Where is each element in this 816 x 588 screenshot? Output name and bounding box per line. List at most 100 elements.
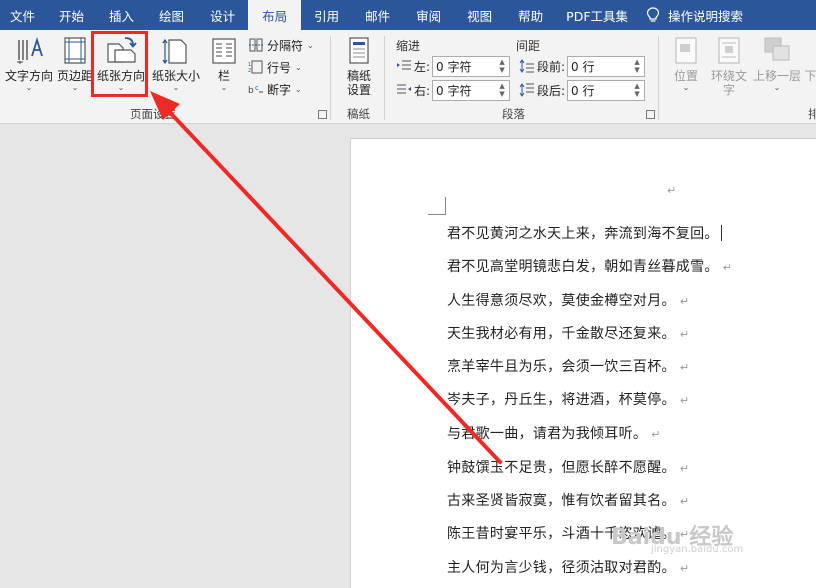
paragraph-mark: ↵: [679, 394, 690, 407]
spacing-after-input[interactable]: 0 行 ▲ ▼: [567, 79, 646, 101]
wrap-text-icon: [713, 34, 745, 66]
paragraph-mark: ↵: [722, 261, 733, 274]
tab-draw[interactable]: 绘图: [146, 0, 197, 30]
spacing-after-icon: [519, 83, 535, 97]
indent-right-value: 0 字符: [436, 83, 472, 98]
spinner-arrows-icon[interactable]: ▲ ▼: [497, 82, 507, 99]
spacing-after-value: 0 行: [571, 83, 595, 98]
line-numbers-button[interactable]: 12 行号 ⌄: [248, 57, 302, 77]
document-page[interactable]: ↵ 君不见黄河之水天上来，奔流到海不复回。 君不见高堂明镜悲白发，朝如青丝暮成雪…: [350, 138, 816, 588]
chevron-down-icon: ⌄: [307, 40, 314, 50]
tell-me-search[interactable]: 操作说明搜索: [646, 6, 743, 25]
chevron-down-icon: ⌄: [25, 83, 33, 92]
chevron-down-icon: ⌄: [682, 83, 690, 92]
indent-left-input[interactable]: 0 字符 ▲ ▼: [432, 55, 511, 77]
breaks-label: 分隔符: [267, 38, 304, 53]
spacing-before-value: 0 行: [571, 59, 595, 74]
hyphenation-button[interactable]: bc 断字 ⌄: [248, 79, 302, 99]
indent-left-label: 左:: [414, 59, 431, 74]
tab-insert[interactable]: 插入: [97, 0, 146, 30]
draft-settings-label-line2: 设置: [346, 83, 371, 97]
position-icon: [670, 34, 702, 66]
size-icon: [160, 34, 192, 66]
text-direction-label: 文字方向: [4, 69, 53, 83]
text-line[interactable]: 天生我材必有用，千金散尽还复来。 ↵: [447, 323, 689, 343]
text-line-content: 烹羊宰牛且为乐，会须一饮三百杯。: [447, 359, 676, 375]
position-button[interactable]: 位置 ⌄: [668, 34, 704, 102]
spinner-arrows-icon[interactable]: ▲ ▼: [632, 58, 642, 75]
paragraph-mark: ↵: [679, 295, 690, 308]
text-line[interactable]: 岑夫子，丹丘生，将进酒，杯莫停。 ↵: [447, 389, 689, 409]
send-backward-button[interactable]: 下: [805, 34, 816, 102]
text-line-content: 岑夫子，丹丘生，将进酒，杯莫停。: [447, 392, 676, 408]
tab-mailings[interactable]: 邮件: [352, 0, 403, 30]
draft-group-label: 稿纸: [347, 107, 370, 121]
size-button[interactable]: 纸张大小 ⌄: [150, 34, 202, 102]
text-line[interactable]: 君不见黄河之水天上来，奔流到海不复回。: [447, 223, 722, 243]
text-direction-icon: [13, 34, 45, 66]
tab-layout[interactable]: 布局: [248, 0, 302, 30]
group-divider: [658, 36, 659, 120]
chevron-down-icon: ⌄: [220, 83, 228, 92]
lightbulb-icon: [646, 7, 660, 23]
text-line[interactable]: 主人何为言少钱，径须沽取对君酌。 ↵: [447, 557, 689, 577]
tab-pdf-tools[interactable]: PDF工具集: [556, 0, 638, 30]
bring-forward-icon: [761, 34, 793, 66]
spacing-before-icon: [519, 59, 535, 73]
chevron-down-icon: ⌄: [172, 83, 180, 92]
text-line-content: 天生我材必有用，千金散尽还复来。: [447, 326, 676, 342]
breaks-icon: [248, 38, 264, 52]
bring-forward-button[interactable]: 上移一层 ⌄: [752, 34, 802, 102]
text-cursor: [720, 225, 722, 241]
size-label: 纸张大小: [151, 69, 200, 83]
spacing-after-row: 段后: 0 行 ▲ ▼: [519, 79, 646, 101]
hyphenation-icon: bc: [248, 82, 264, 96]
ribbon-tab-bar: 文件 开始 插入 绘图 设计 布局 引用 邮件 审阅 视图 帮助 PDF工具集 …: [0, 0, 816, 30]
tab-home[interactable]: 开始: [46, 0, 97, 30]
text-line[interactable]: 君不见高堂明镜悲白发，朝如青丝暮成雪。 ↵: [447, 256, 732, 276]
text-line[interactable]: 与君歌一曲，请君为我倾耳听。 ↵: [447, 423, 661, 443]
text-line-content: 钟鼓馔玉不足贵，但愿长醉不愿醒。: [447, 460, 676, 476]
send-backward-label: 下: [805, 69, 816, 83]
indent-left-icon: [396, 59, 412, 73]
text-line-content: 人生得意须尽欢，莫使金樽空对月。: [447, 293, 676, 309]
text-line[interactable]: 烹羊宰牛且为乐，会须一饮三百杯。 ↵: [447, 356, 689, 376]
indent-right-input[interactable]: 0 字符 ▲ ▼: [432, 79, 511, 101]
draft-settings-button[interactable]: 稿纸 设置: [341, 34, 377, 102]
paragraph-mark: ↵: [679, 328, 690, 341]
text-line-content: 古来圣贤皆寂寞，惟有饮者留其名。: [447, 493, 676, 509]
svg-text:c: c: [255, 84, 259, 92]
tab-design[interactable]: 设计: [197, 0, 248, 30]
columns-icon: [208, 34, 240, 66]
indent-right-label: 右:: [414, 83, 431, 98]
spacing-before-input[interactable]: 0 行 ▲ ▼: [567, 55, 646, 77]
indent-header: 缩进: [396, 39, 421, 53]
tab-view[interactable]: 视图: [454, 0, 505, 30]
text-line[interactable]: 古来圣贤皆寂寞，惟有饮者留其名。 ↵: [447, 490, 689, 510]
tab-file[interactable]: 文件: [0, 0, 46, 30]
text-line-content: 君不见高堂明镜悲白发，朝如青丝暮成雪。: [447, 259, 719, 275]
text-line-content: 主人何为言少钱，径须沽取对君酌。: [447, 560, 676, 576]
tab-references[interactable]: 引用: [301, 0, 352, 30]
paragraph-group-label: 段落: [502, 107, 525, 121]
columns-button[interactable]: 栏 ⌄: [205, 34, 243, 102]
margins-icon: [59, 34, 91, 66]
spacing-before-label: 段前:: [537, 59, 566, 74]
tab-help[interactable]: 帮助: [505, 0, 556, 30]
tab-review[interactable]: 审阅: [403, 0, 454, 30]
chevron-down-icon: ⌄: [773, 83, 781, 92]
group-divider: [330, 36, 331, 120]
text-line[interactable]: 人生得意须尽欢，莫使金樽空对月。 ↵: [447, 290, 689, 310]
paragraph-launcher-icon[interactable]: [646, 110, 655, 119]
chevron-down-icon: ⌄: [295, 62, 302, 72]
spinner-arrows-icon[interactable]: ▲ ▼: [632, 82, 642, 99]
page-setup-launcher-icon[interactable]: [318, 110, 327, 119]
text-direction-button[interactable]: 文字方向 ⌄: [3, 34, 55, 102]
wrap-text-button[interactable]: 环绕文 字: [707, 34, 751, 102]
paragraph-mark: ↵: [679, 495, 690, 508]
watermark-url: jingyan.baidu.com: [651, 544, 744, 555]
spinner-arrows-icon[interactable]: ▲ ▼: [497, 58, 507, 75]
breaks-button[interactable]: 分隔符 ⌄: [248, 35, 314, 55]
text-line[interactable]: 钟鼓馔玉不足贵，但愿长醉不愿醒。 ↵: [447, 457, 689, 477]
margins-button[interactable]: 页边距 ⌄: [55, 34, 95, 102]
